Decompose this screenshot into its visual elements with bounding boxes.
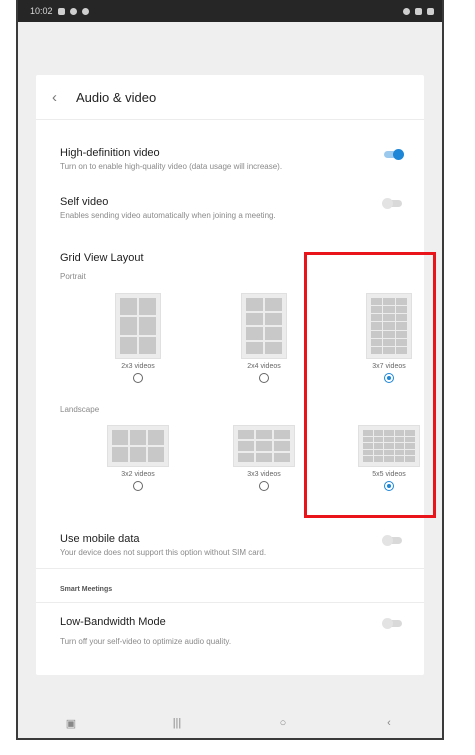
portrait-option-2x4[interactable]: 2x4 videos [219,293,309,383]
notification-icon [69,7,77,15]
low-bandwidth-title: Low-Bandwidth Mode [60,616,166,628]
landscape-option-3x3[interactable]: 3x3 videos [219,425,309,491]
hd-video-subtitle: Turn on to enable high-quality video (da… [60,162,283,171]
self-video-title: Self video [60,196,109,208]
mobile-data-subtitle: Your device does not support this option… [60,548,267,557]
radio-button[interactable] [259,481,269,491]
page-header: ‹ Audio & video [36,75,424,120]
layout-thumbnail [107,425,169,467]
radio-button[interactable] [259,373,269,383]
self-video-row[interactable]: Self video Enables sending video automat… [60,196,404,220]
status-time: 10:02 [30,6,53,16]
self-video-toggle[interactable] [382,198,404,209]
layout-thumbnail [241,293,287,359]
low-bandwidth-row[interactable]: Low-Bandwidth Mode Turn off your self-vi… [60,616,404,646]
notification-icon [57,7,65,15]
grid-view-title: Grid View Layout [60,252,144,264]
signal-icon [415,7,422,15]
battery-icon [427,7,434,15]
home-icon[interactable]: ○ [263,717,303,729]
radio-button[interactable] [133,373,143,383]
portrait-label: Portrait [60,272,86,281]
landscape-label: Landscape [60,405,100,414]
self-video-subtitle: Enables sending video automatically when… [60,211,276,220]
option-label: 2x4 videos [247,363,281,370]
low-bandwidth-subtitle: Turn off your self-video to optimize aud… [60,637,232,646]
hd-video-title: High-definition video [60,147,160,159]
chevron-left-icon[interactable]: ‹ [52,89,76,106]
android-nav-bar: ▣ ||| ○ ‹ [18,708,442,738]
section-divider [36,602,424,603]
wifi-icon [403,7,410,15]
highlight-annotation-box [304,252,436,518]
option-label: 3x3 videos [247,471,281,478]
keyboard-icon[interactable]: ▣ [51,717,91,730]
mobile-data-title: Use mobile data [60,533,140,545]
layout-thumbnail [115,293,161,359]
option-label: 3x2 videos [121,471,155,478]
low-bandwidth-toggle[interactable] [382,618,404,629]
smart-meetings-label: Smart Meetings [60,586,113,593]
landscape-option-3x2[interactable]: 3x2 videos [93,425,183,491]
notification-icon [81,7,89,15]
recent-apps-icon[interactable]: ||| [157,717,197,729]
radio-button[interactable] [133,481,143,491]
portrait-option-2x3[interactable]: 2x3 videos [93,293,183,383]
mobile-data-toggle[interactable] [382,535,404,546]
option-label: 2x3 videos [121,363,155,370]
section-divider [36,568,424,569]
hd-video-toggle[interactable] [382,149,404,160]
status-bar: 10:02 [18,0,442,22]
layout-thumbnail [233,425,295,467]
page-title: Audio & video [76,89,157,105]
mobile-data-row[interactable]: Use mobile data Your device does not sup… [60,533,404,557]
hd-video-row[interactable]: High-definition video Turn on to enable … [60,147,404,171]
back-nav-icon[interactable]: ‹ [369,717,409,729]
